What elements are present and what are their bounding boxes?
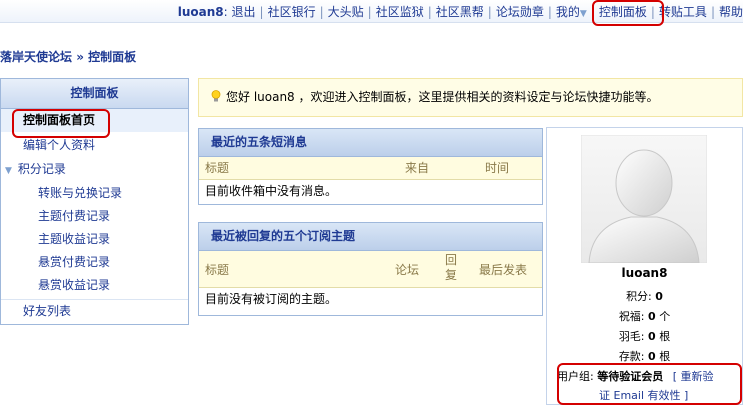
subscriptions-col-replies: 回复: [445, 253, 458, 282]
subscriptions-col-forum: 论坛: [395, 263, 420, 277]
username-link[interactable]: luoan8: [178, 5, 224, 19]
highlight-control-panel: [592, 0, 664, 26]
welcome-text: 您好 luoan8 ，欢迎进入控制面板，这里提供相关的资料设定与论坛快捷功能等。: [226, 90, 659, 104]
subscriptions-col-last-post: 最后发表: [479, 263, 528, 277]
nav-avatar-sticker[interactable]: 大头贴: [328, 5, 364, 19]
breadcrumb-current: 控制面板: [88, 50, 137, 64]
sidebar-item-bounty-income[interactable]: 悬赏收益记录: [1, 274, 188, 297]
subscriptions-panel: 最近被回复的五个订阅主题 标题 论坛 回复 最后发表 目前没有被订阅的主题。: [198, 222, 543, 316]
recent-messages-title: 最近的五条短消息: [199, 129, 542, 157]
profile-username: luoan8: [621, 266, 668, 280]
subscriptions-col-title: 标题: [205, 263, 230, 277]
sidebar-item-credits[interactable]: ▼ 积分记录: [1, 158, 188, 181]
avatar[interactable]: [581, 135, 707, 263]
nav-forum-medals[interactable]: 论坛勋章: [496, 5, 544, 19]
sidebar-item-topic-payments[interactable]: 主题付费记录: [1, 205, 188, 228]
nav-logout[interactable]: 退出: [232, 5, 256, 19]
recent-messages-panel: 最近的五条短消息 标题 来自 时间 目前收件箱中没有消息。: [198, 128, 543, 205]
highlight-user-group: [557, 363, 742, 405]
breadcrumb-separator: »: [76, 50, 84, 64]
sidebar-item-topic-income[interactable]: 主题收益记录: [1, 228, 188, 251]
nav-my-menu[interactable]: 我的: [556, 5, 580, 19]
sidebar-title: 控制面板: [1, 79, 188, 109]
subscriptions-empty-text: 目前没有被订阅的主题。: [205, 292, 338, 306]
messages-empty-text: 目前收件箱中没有消息。: [205, 184, 338, 198]
nav-community-jail[interactable]: 社区监狱: [376, 5, 424, 19]
messages-col-from: 来自: [405, 161, 430, 175]
messages-column-header: 标题 来自 时间: [199, 157, 542, 180]
nav-community-bank[interactable]: 社区银行: [268, 5, 316, 19]
breadcrumb-forum[interactable]: 落岸天使论坛: [0, 50, 72, 64]
sidebar-item-bounty-payments[interactable]: 悬赏付费记录: [1, 251, 188, 274]
sidebar-item-friends[interactable]: 好友列表: [1, 299, 188, 323]
nav-repost-tool[interactable]: 转贴工具: [659, 5, 707, 19]
messages-col-time: 时间: [485, 161, 510, 175]
stat-blessings: 祝福: 0 个: [618, 310, 671, 323]
lightbulb-icon: [211, 89, 221, 101]
chevron-down-icon[interactable]: ▼: [580, 9, 587, 19]
breadcrumb: 落岸天使论坛 » 控制面板: [0, 48, 136, 65]
stat-credits: 积分: 0: [626, 290, 663, 303]
subscriptions-column-header: 标题 论坛 回复 最后发表: [199, 251, 542, 288]
messages-col-title: 标题: [205, 161, 230, 175]
welcome-notice: 您好 luoan8 ，欢迎进入控制面板，这里提供相关的资料设定与论坛快捷功能等。: [198, 78, 743, 117]
subscriptions-title: 最近被回复的五个订阅主题: [199, 223, 542, 251]
nav-community-gang[interactable]: 社区黑帮: [436, 5, 484, 19]
stat-deposit: 存款: 0 根: [618, 350, 671, 363]
highlight-sidebar-home: [12, 109, 110, 138]
sidebar-item-transfers[interactable]: 转账与兑换记录: [1, 182, 188, 205]
stat-feathers: 羽毛: 0 根: [618, 330, 671, 343]
expand-triangle-icon[interactable]: ▼: [5, 166, 12, 176]
sidebar-item-label: 积分记录: [17, 162, 66, 176]
nav-help[interactable]: 帮助: [719, 5, 743, 19]
